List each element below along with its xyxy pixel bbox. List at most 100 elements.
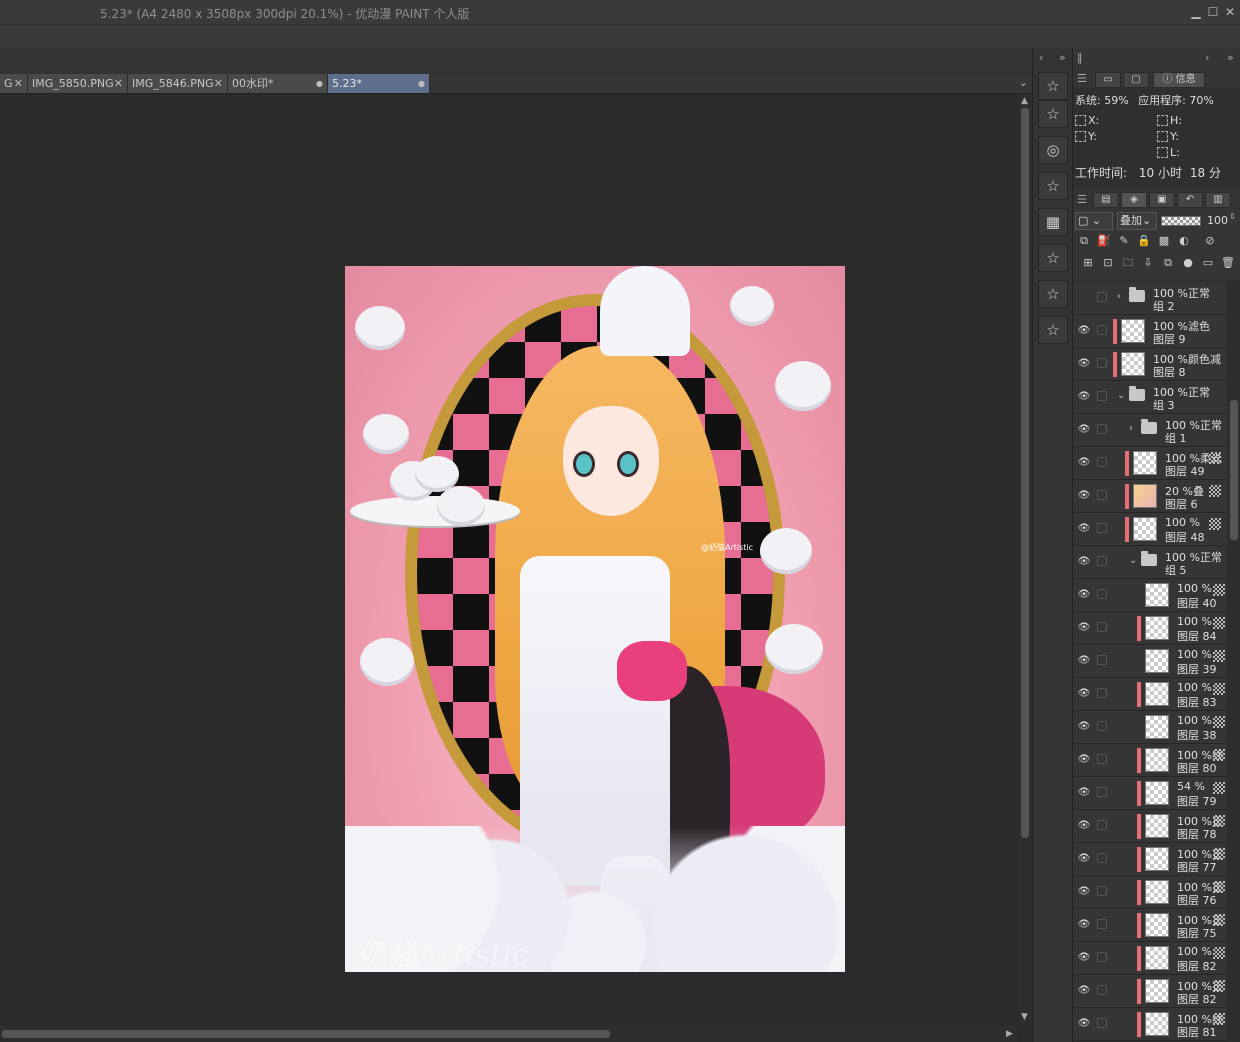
draft-layer-icon[interactable]: ✎ <box>1117 234 1131 248</box>
eye-icon[interactable]: 👁 <box>1077 688 1091 700</box>
eye-icon[interactable]: 👁 <box>1077 721 1091 733</box>
layer-panel-menu-icon[interactable]: ☰ <box>1077 193 1087 206</box>
layer-row[interactable]: 👁100 %正图层 77 <box>1073 843 1227 876</box>
eye-icon[interactable]: 👁 <box>1077 919 1091 931</box>
layer-scroll-thumb[interactable] <box>1230 400 1238 540</box>
layer-row[interactable]: 👁 100 % 图层 48 <box>1073 513 1227 546</box>
opacity-stepper-icon[interactable]: ⇕ <box>1229 212 1236 221</box>
layer-row[interactable]: 👁 100 % 图层 82 <box>1073 942 1227 975</box>
eye-icon[interactable]: 👁 <box>1077 490 1091 502</box>
layer-row[interactable]: 👁 100 % 图层 84 <box>1073 612 1227 645</box>
layer-row[interactable]: 👁100 %正图层 78 <box>1073 810 1227 843</box>
canvas-horizontal-scrollbar[interactable]: ▶ <box>0 1026 1018 1042</box>
tab-modified-icon[interactable]: ● <box>418 74 425 93</box>
layer-row[interactable]: 👁 100 %柔光 图层 49 <box>1073 447 1227 480</box>
tab-doc-1[interactable]: G ✕ <box>0 74 28 93</box>
tab-navigator[interactable]: ▭ <box>1095 72 1121 88</box>
tab-watermark[interactable]: 00水印* ● <box>228 74 328 93</box>
tab-img-5846[interactable]: IMG_5846.PNG ✕ <box>128 74 228 93</box>
panel-drag-handle-icon[interactable]: ‖ <box>1077 51 1083 64</box>
scroll-up-icon[interactable]: ▲ <box>1021 96 1028 106</box>
material-star-icon-4[interactable]: ☆ <box>1038 280 1068 308</box>
layer-row[interactable]: 👁 20 %叠 图层 6 <box>1073 480 1227 513</box>
layer-lock-checkbox[interactable] <box>1097 655 1107 665</box>
mask-icon[interactable]: ◐ <box>1177 234 1191 248</box>
eye-icon[interactable]: 👁 <box>1077 655 1091 667</box>
layer-row[interactable]: 👁 100 % 图层 39 <box>1073 645 1227 678</box>
layer-lock-checkbox[interactable] <box>1097 820 1107 830</box>
layer-lock-checkbox[interactable] <box>1097 952 1107 962</box>
canvas-vertical-scrollbar[interactable]: ▲ ▼ <box>1018 94 1032 1026</box>
eye-icon[interactable]: 👁 <box>1077 787 1091 799</box>
layer-lock-checkbox[interactable] <box>1097 424 1107 434</box>
layer-lock-checkbox[interactable] <box>1097 919 1107 929</box>
vertical-scroll-thumb[interactable] <box>1021 108 1029 838</box>
eye-icon[interactable]: 👁 <box>1077 1018 1091 1030</box>
blend-mode-select[interactable]: 叠加⌄ <box>1117 212 1157 230</box>
layer-lock-checkbox[interactable] <box>1097 721 1107 731</box>
eye-icon[interactable]: 👁 <box>1077 952 1091 964</box>
layer-lock-checkbox[interactable] <box>1097 556 1107 566</box>
layer-lock-checkbox[interactable] <box>1097 1018 1107 1028</box>
eye-icon[interactable]: 👁 <box>1077 424 1091 436</box>
opacity-slider[interactable] <box>1161 216 1201 226</box>
folder-toggle-icon[interactable]: › <box>1117 291 1121 302</box>
folder-toggle-icon[interactable]: ⌄ <box>1117 390 1125 401</box>
tab-subview[interactable]: ▢ <box>1123 72 1149 88</box>
panel-left-icon[interactable]: ‹ <box>1039 51 1043 64</box>
tab-close-icon[interactable]: ✕ <box>214 74 223 93</box>
layer-list-scrollbar[interactable] <box>1227 280 1240 1042</box>
eye-icon[interactable]: 👁 <box>1077 886 1091 898</box>
material-folder-star-icon[interactable]: ☆ <box>1038 100 1068 128</box>
layer-lock-checkbox[interactable] <box>1097 391 1107 401</box>
panel-collapse-icon[interactable]: » <box>1059 51 1066 64</box>
layer-row[interactable]: 👁 100 % 图层 40 <box>1073 579 1227 612</box>
layer-row[interactable]: 👁 100 %滤色 图层 9 <box>1073 315 1227 348</box>
minimize-button[interactable]: ▁ <box>1188 4 1204 20</box>
apply-mask-icon[interactable]: ▭ <box>1201 256 1215 270</box>
layer-folder-row[interactable]: 👁 ⌄ 100 %正常组 3 <box>1073 381 1227 414</box>
delete-layer-icon[interactable]: 🗑 <box>1221 256 1235 270</box>
layer-list[interactable]: 👁›100 %正常组 2👁100 %滤色图层 9👁100 %颜色减图层 8👁⌄1… <box>1073 280 1227 1042</box>
layer-lock-checkbox[interactable] <box>1097 688 1107 698</box>
new-folder-icon[interactable]: 🗀 <box>1121 256 1135 270</box>
eye-icon[interactable]: 👁 <box>1077 589 1091 601</box>
layer-lock-checkbox[interactable] <box>1097 787 1107 797</box>
layer-row[interactable]: 👁 54 % 图层 79 <box>1073 777 1227 810</box>
tab-material[interactable]: ▥ <box>1205 192 1231 208</box>
lock-transparency-icon[interactable]: ▩ <box>1157 234 1171 248</box>
close-button[interactable]: ✕ <box>1222 4 1238 20</box>
panel-right-icon[interactable]: › <box>1205 51 1209 64</box>
layer-lock-checkbox[interactable] <box>1097 358 1107 368</box>
clip-layer-icon[interactable]: ⧉ <box>1077 234 1091 248</box>
layer-lock-checkbox[interactable] <box>1097 622 1107 632</box>
layer-row[interactable]: 👁 100 % 图层 38 <box>1073 711 1227 744</box>
merge-down-icon[interactable]: ⧉ <box>1161 256 1175 270</box>
material-star-icon-3[interactable]: ☆ <box>1038 244 1068 272</box>
layer-folder-row[interactable]: 👁›100 %正常组 2 <box>1073 282 1227 315</box>
layer-color-select[interactable]: ▢ ⌄ <box>1075 212 1113 230</box>
layer-row[interactable]: 👁100 %正图层 75 <box>1073 909 1227 942</box>
tab-auto-action[interactable]: ▣ <box>1149 192 1175 208</box>
scroll-right-icon[interactable]: ▶ <box>1006 1029 1013 1039</box>
eye-icon[interactable]: 👁 <box>1077 523 1091 535</box>
artwork-canvas[interactable]: @奶猫Artistic 奶猫Artistic <box>345 266 845 972</box>
eye-icon[interactable]: 👁 <box>1077 853 1091 865</box>
layer-lock-checkbox[interactable] <box>1097 754 1107 764</box>
new-mask-icon[interactable]: ● <box>1181 256 1195 270</box>
eye-icon[interactable]: 👁 <box>1077 391 1091 403</box>
eye-icon[interactable]: 👁 <box>1077 754 1091 766</box>
layer-row[interactable]: 👁100 %正图层 82 <box>1073 975 1227 1008</box>
eye-icon[interactable]: 👁 <box>1077 622 1091 634</box>
new-raster-layer-icon[interactable]: ⊞ <box>1081 256 1095 270</box>
tab-close-icon[interactable]: ✕ <box>14 74 23 93</box>
layer-row[interactable]: 👁 100 % 图层 83 <box>1073 678 1227 711</box>
lock-layer-icon[interactable]: 🔒 <box>1137 234 1151 248</box>
opacity-value[interactable]: 100 <box>1207 214 1228 227</box>
tab-layers[interactable]: ◈ <box>1121 192 1147 208</box>
panel-expand-icon[interactable]: » <box>1227 51 1234 64</box>
layer-row[interactable]: 👁100 %线图层 81 <box>1073 1008 1227 1041</box>
material-star-icon-2[interactable]: ☆ <box>1038 172 1068 200</box>
scroll-down-icon[interactable]: ▼ <box>1021 1012 1028 1022</box>
layer-lock-checkbox[interactable] <box>1097 985 1107 995</box>
